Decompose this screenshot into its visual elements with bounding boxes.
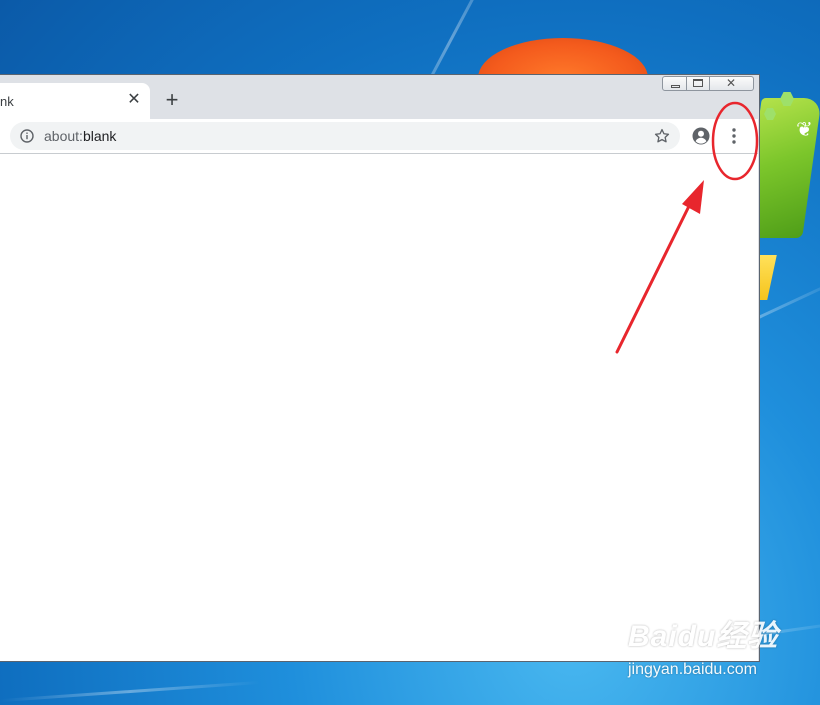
- close-icon: ✕: [725, 76, 737, 90]
- menu-icon[interactable]: [724, 127, 744, 145]
- window-close-button[interactable]: ✕: [710, 76, 754, 91]
- tab-title: nk: [0, 94, 14, 109]
- watermark-brand: Baidu经验: [628, 620, 779, 653]
- close-icon[interactable]: ✕: [126, 92, 142, 108]
- url-text[interactable]: about:blank: [44, 128, 116, 144]
- info-icon[interactable]: [20, 129, 34, 143]
- browser-toolbar: about:blank: [0, 119, 758, 154]
- browser-window: nk ✕ + ✕ about:blank: [0, 74, 760, 662]
- address-bar[interactable]: about:blank: [10, 122, 680, 150]
- plus-icon[interactable]: +: [162, 89, 182, 111]
- maximize-icon: [693, 79, 703, 87]
- profile-icon[interactable]: [692, 127, 710, 145]
- watermark-url: jingyan.baidu.com: [628, 661, 757, 678]
- url-scheme: about:: [44, 128, 83, 144]
- minimize-icon: [671, 85, 680, 88]
- browser-tab[interactable]: nk ✕: [0, 83, 150, 119]
- url-path: blank: [82, 128, 117, 144]
- window-controls: ✕: [662, 76, 754, 93]
- star-icon[interactable]: [653, 127, 671, 145]
- watermark: Baidu经验 jingyan.baidu.com: [628, 622, 808, 680]
- minimize-button[interactable]: [662, 76, 687, 91]
- light-streak: [0, 680, 260, 703]
- maximize-button[interactable]: [687, 76, 710, 91]
- butterfly-icon: ❦: [796, 119, 813, 141]
- page-content[interactable]: [0, 154, 758, 661]
